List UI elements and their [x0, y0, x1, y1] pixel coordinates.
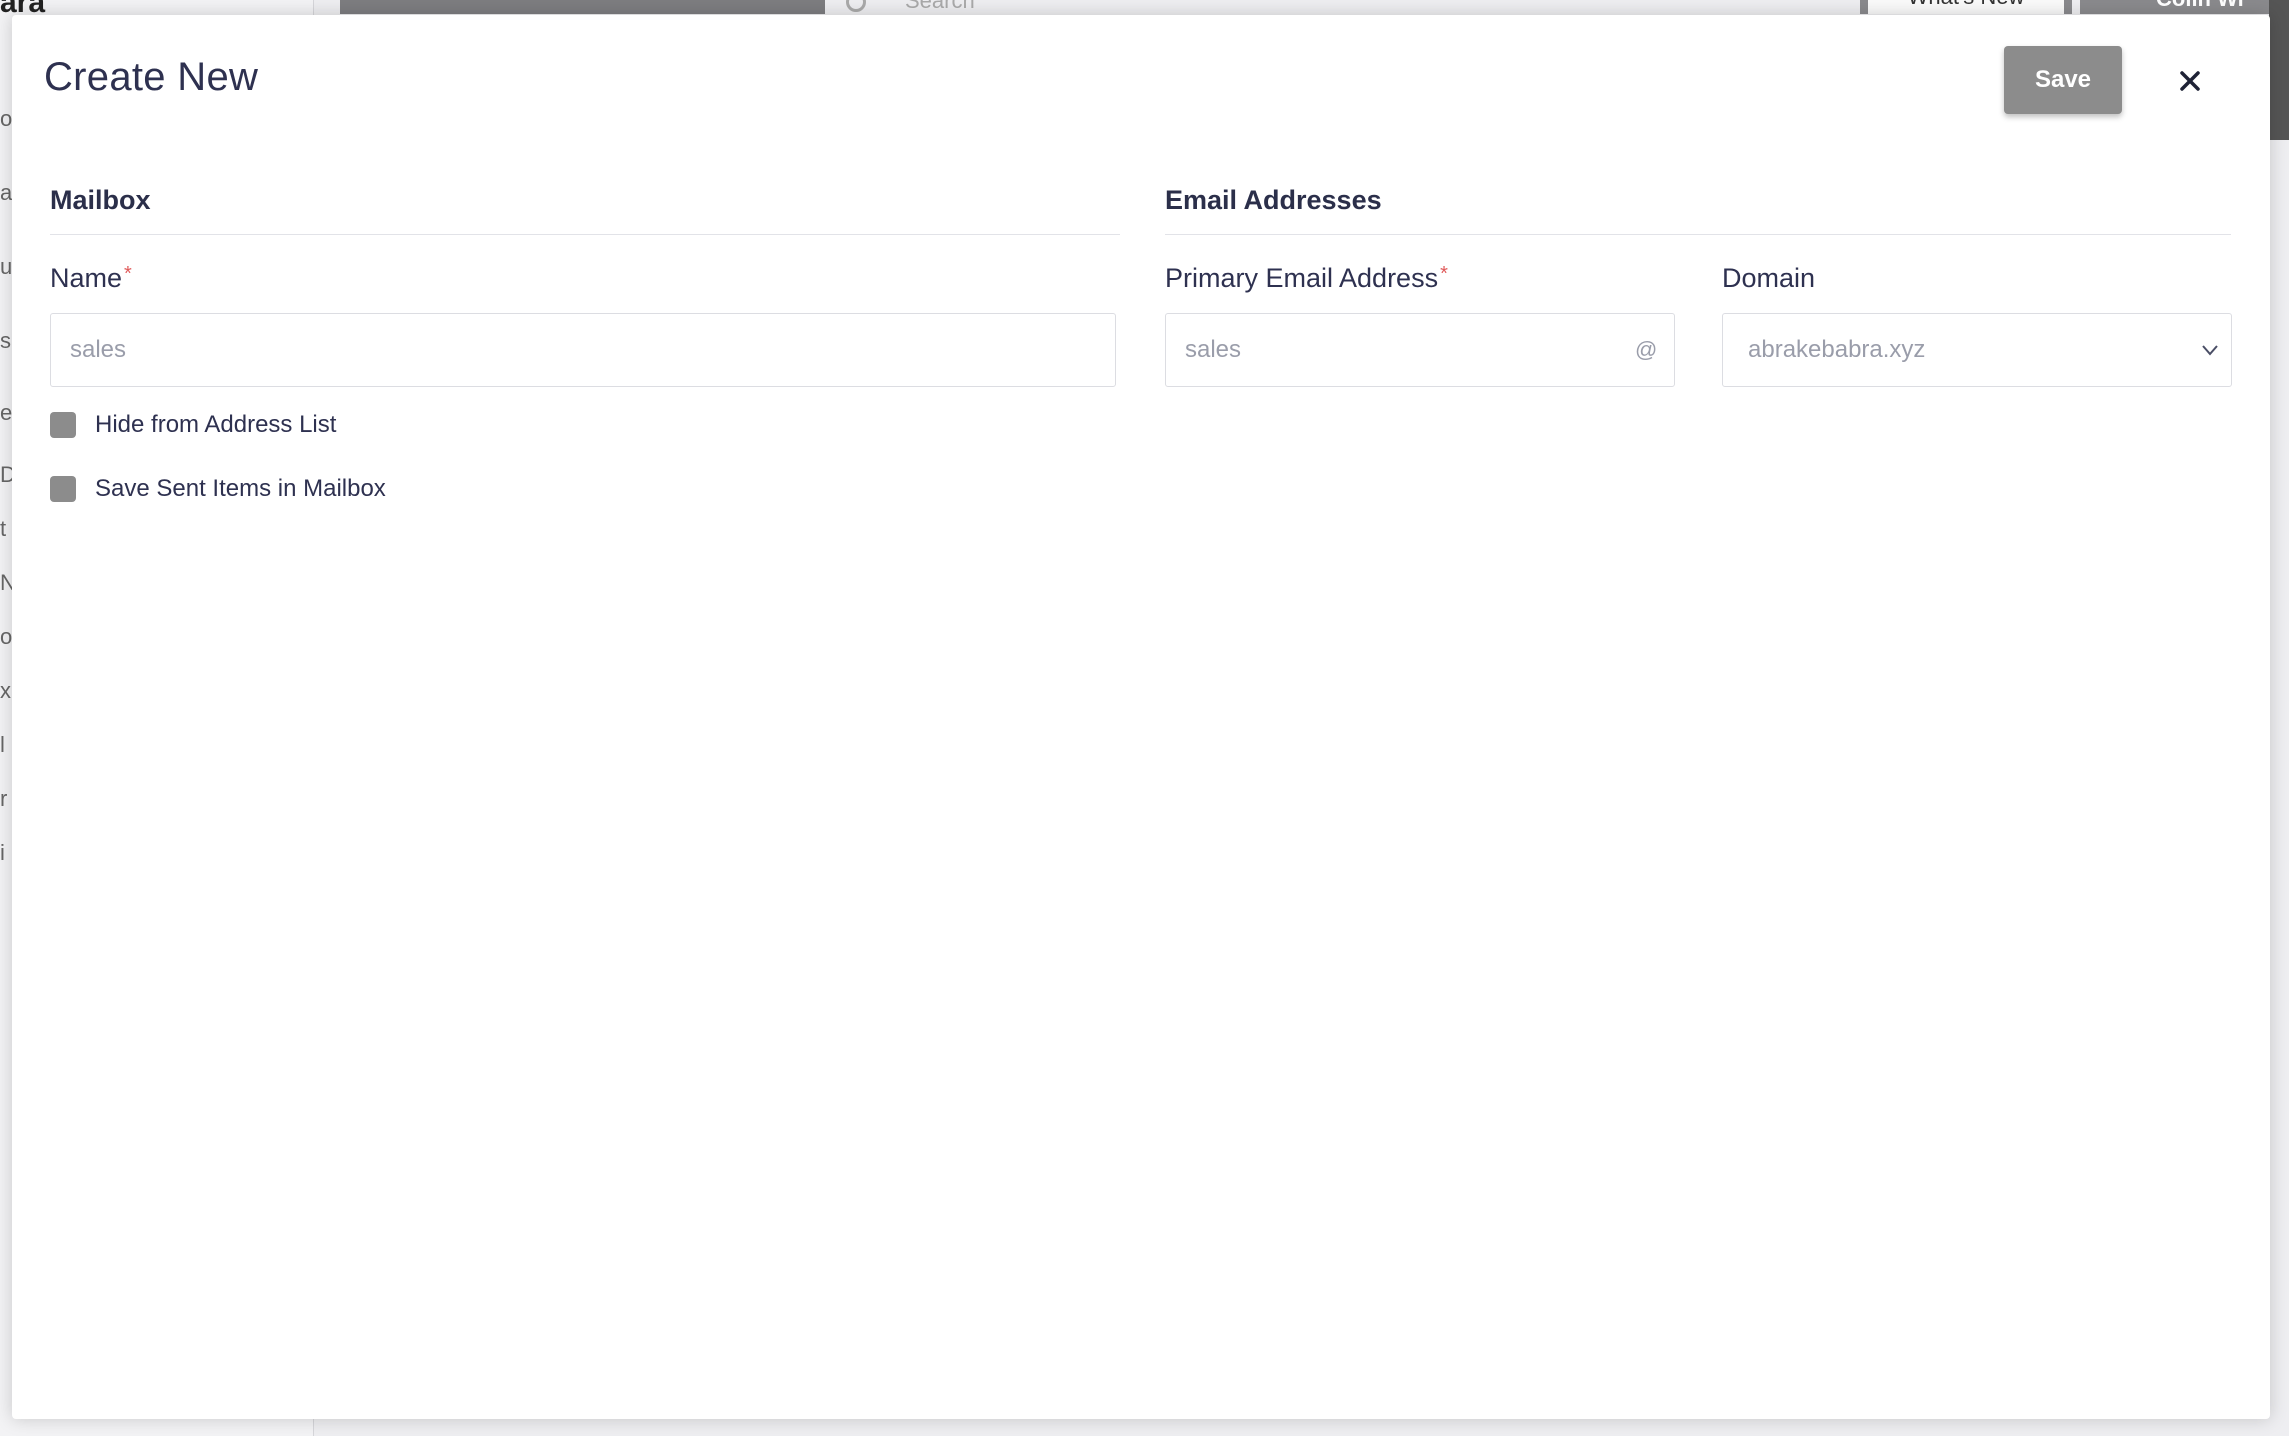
- hide-from-address-list-label: Hide from Address List: [95, 411, 337, 438]
- search-icon: [846, 0, 866, 12]
- primary-email-label: Primary Email Address *: [1165, 263, 1448, 293]
- at-icon: @: [1635, 337, 1658, 362]
- required-marker: *: [1440, 263, 1448, 285]
- hide-from-address-list-row[interactable]: Hide from Address List: [50, 411, 336, 439]
- domain-label: Domain: [1722, 263, 1816, 293]
- modal-title: Create New: [44, 55, 259, 99]
- mailbox-section: Mailbox: [50, 185, 1120, 235]
- scrollbar: [2269, 0, 2289, 140]
- save-sent-items-label: Save Sent Items in Mailbox: [95, 475, 386, 502]
- save-sent-items-checkbox[interactable]: [50, 476, 76, 502]
- close-icon: [2180, 71, 2200, 91]
- create-new-modal: Create New Save Mailbox Name* Hide from …: [12, 15, 2270, 1419]
- whats-new-button: What's New: [1860, 0, 2072, 14]
- background-tab: [340, 0, 825, 14]
- email-addresses-section: Email Addresses: [1165, 185, 2231, 235]
- domain-select[interactable]: abrakebabra.xyz: [1722, 313, 2232, 387]
- name-input[interactable]: [50, 313, 1116, 387]
- user-menu: Colin Wi: [2080, 0, 2289, 14]
- email-addresses-section-title: Email Addresses: [1165, 185, 2231, 235]
- required-marker: *: [124, 263, 132, 285]
- domain-selected-value: abrakebabra.xyz: [1748, 336, 1926, 363]
- save-button[interactable]: Save: [2004, 46, 2122, 114]
- close-button[interactable]: [2170, 61, 2210, 101]
- name-label: Name *: [50, 263, 132, 293]
- save-sent-items-row[interactable]: Save Sent Items in Mailbox: [50, 475, 386, 503]
- primary-email-input[interactable]: [1165, 313, 1675, 387]
- mailbox-section-title: Mailbox: [50, 185, 1120, 235]
- background-search: Search: [905, 0, 975, 13]
- chevron-down-icon: [2202, 345, 2218, 356]
- hide-from-address-list-checkbox[interactable]: [50, 412, 76, 438]
